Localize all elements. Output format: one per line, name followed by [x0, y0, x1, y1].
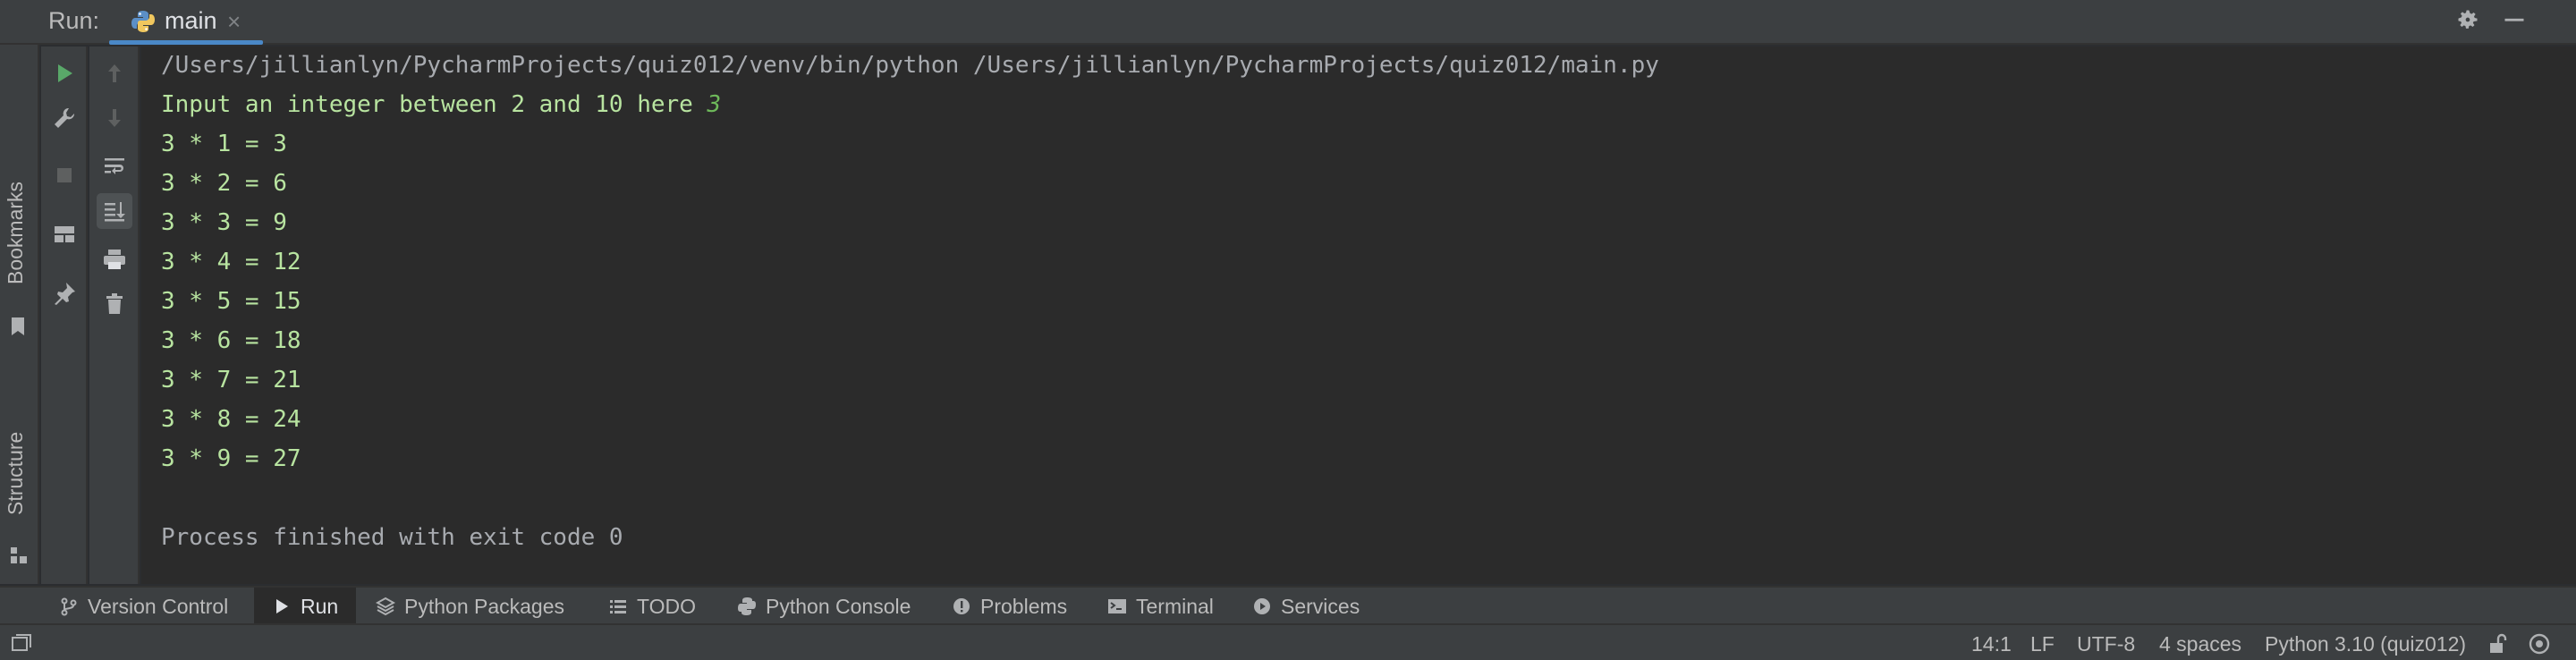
tool-window-bar: Version Control Run Python Packages TODO… — [0, 586, 2576, 625]
tool-window-label: Version Control — [88, 594, 229, 618]
structure-label: Structure — [4, 431, 27, 515]
python-icon — [738, 597, 756, 615]
tool-window-run[interactable]: Run — [254, 588, 357, 625]
exit-message: Process finished with exit code 0 — [161, 524, 623, 551]
run-label: Run: — [48, 7, 100, 34]
pin-icon — [55, 283, 75, 305]
tool-window-problems[interactable]: Problems — [943, 588, 1076, 625]
run-tab-main[interactable]: main × — [109, 0, 263, 45]
tool-window-todo[interactable]: TODO — [601, 588, 703, 625]
stop-button[interactable] — [47, 157, 82, 193]
tab-title: main — [165, 7, 217, 34]
run-toolbar-primary — [41, 47, 88, 584]
toggle-tool-windows-icon[interactable] — [11, 634, 32, 654]
line-separator[interactable]: LF — [2030, 632, 2055, 656]
indent-setting[interactable]: 4 spaces — [2159, 632, 2241, 656]
run-toolbar-secondary — [89, 47, 140, 584]
output-line: 3 * 3 = 9 — [161, 209, 287, 236]
inspector-icon[interactable] — [2528, 631, 2555, 656]
input-prompt-line: Input an integer between 2 and 10 here 3 — [161, 91, 721, 118]
scroll-to-end-button[interactable] — [97, 193, 132, 229]
trash-icon — [106, 293, 123, 314]
unlock-icon[interactable] — [2487, 632, 2510, 656]
tool-window-python-packages[interactable]: Python Packages — [367, 588, 573, 625]
arrow-down-icon — [108, 109, 121, 127]
output-line: 3 * 1 = 3 — [161, 131, 287, 157]
bookmarks-label: Bookmarks — [4, 181, 27, 284]
stop-icon — [57, 168, 72, 182]
caret-position[interactable]: 14:1 — [1971, 632, 2012, 656]
branch-icon — [61, 597, 77, 616]
layout-button[interactable] — [47, 216, 82, 252]
output-line: 3 * 6 = 18 — [161, 327, 301, 354]
tool-window-services[interactable]: Services — [1243, 588, 1368, 625]
tool-window-version-control[interactable]: Version Control — [52, 588, 235, 625]
structure-tab[interactable]: Structure — [4, 411, 36, 581]
wrench-icon — [55, 107, 75, 128]
tool-window-label: Run — [301, 594, 339, 618]
active-tab-indicator — [109, 40, 263, 45]
tool-window-label: Services — [1281, 594, 1360, 618]
rerun-button[interactable] — [47, 55, 82, 91]
scroll-to-end-icon — [105, 202, 125, 222]
gear-icon[interactable] — [2453, 7, 2483, 38]
output-line: 3 * 8 = 24 — [161, 406, 301, 433]
left-tool-strip: Bookmarks Structure — [0, 45, 39, 584]
soft-wrap-button[interactable] — [97, 148, 132, 184]
python-interpreter[interactable]: Python 3.10 (quiz012) — [2265, 632, 2466, 656]
print-button[interactable] — [97, 241, 132, 277]
structure-icon — [11, 547, 27, 563]
pin-tab-button[interactable] — [47, 275, 82, 311]
bookmarks-tab[interactable]: Bookmarks — [4, 152, 36, 456]
list-icon — [610, 600, 626, 613]
soft-wrap-icon — [105, 158, 124, 174]
tool-window-label: Problems — [980, 594, 1068, 618]
tool-window-python-console[interactable]: Python Console — [728, 588, 919, 625]
status-bar: 14:1 LF UTF-8 4 spaces Python 3.10 (quiz… — [0, 623, 2576, 660]
file-encoding[interactable]: UTF-8 — [2077, 632, 2135, 656]
tool-window-label: Python Console — [766, 594, 911, 618]
tool-window-label: Python Packages — [404, 594, 565, 618]
printer-icon — [104, 250, 125, 269]
edit-configuration-button[interactable] — [47, 100, 82, 136]
services-icon — [1254, 598, 1270, 614]
play-icon — [276, 599, 288, 613]
output-line: 3 * 2 = 6 — [161, 170, 287, 197]
python-file-icon — [131, 11, 155, 32]
minimize-icon[interactable] — [2499, 7, 2529, 38]
terminal-icon — [1108, 599, 1126, 613]
layers-icon — [376, 597, 395, 616]
command-line: /Users/jillianlyn/PycharmProjects/quiz01… — [161, 52, 1659, 79]
user-input: 3 — [707, 91, 722, 118]
clear-all-button[interactable] — [97, 286, 132, 322]
bookmark-icon — [12, 317, 24, 335]
input-prompt: Input an integer between 2 and 10 here — [161, 91, 708, 118]
output-line: 3 * 5 = 15 — [161, 288, 301, 315]
output-line: 3 * 9 = 27 — [161, 445, 301, 472]
scroll-down-button[interactable] — [97, 100, 132, 136]
play-icon — [58, 64, 72, 82]
run-panel-header: Run: main × — [0, 0, 2576, 45]
scroll-up-button[interactable] — [97, 55, 132, 91]
console-output[interactable]: /Users/jillianlyn/PycharmProjects/quiz01… — [141, 47, 2576, 584]
info-icon — [953, 598, 970, 614]
tool-window-label: Terminal — [1136, 594, 1214, 618]
output-line: 3 * 7 = 21 — [161, 367, 301, 393]
output-line: 3 * 4 = 12 — [161, 249, 301, 275]
tool-window-label: TODO — [637, 594, 697, 618]
arrow-up-icon — [108, 64, 121, 82]
tool-window-terminal[interactable]: Terminal — [1098, 588, 1223, 625]
close-icon[interactable]: × — [227, 8, 241, 36]
layout-icon — [55, 226, 74, 242]
